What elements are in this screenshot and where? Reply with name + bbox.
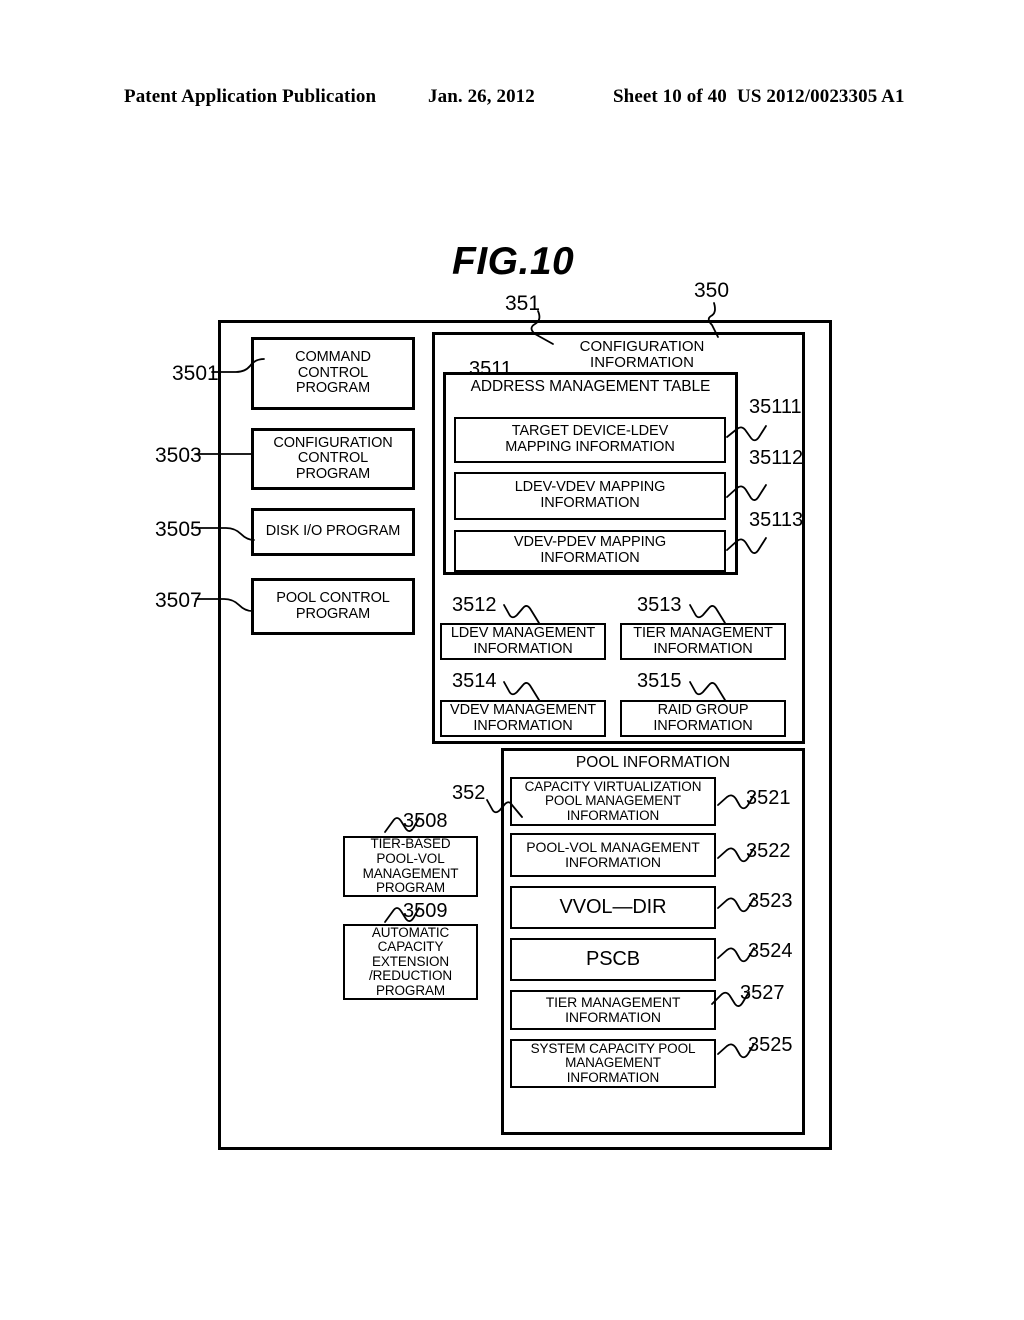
program-box-command-control: COMMAND CONTROL PROGRAM (251, 337, 415, 410)
reference-number-352: 352 (452, 782, 486, 804)
program-box-pool-control: POOL CONTROL PROGRAM (251, 578, 415, 635)
program-label: TIER-BASED POOL-VOL MANAGEMENT PROGRAM (362, 836, 459, 896)
program-label: AUTOMATIC CAPACITY EXTENSION /REDUCTION … (369, 924, 452, 998)
info-label: TIER MANAGEMENT INFORMATION (633, 624, 773, 657)
program-box-tier-based-pool-vol-management: TIER-BASED POOL-VOL MANAGEMENT PROGRAM (343, 836, 478, 897)
publication-date: Jan. 26, 2012 (428, 86, 535, 107)
reference-number-3524: 3524 (748, 940, 793, 962)
program-box-configuration-control: CONFIGURATION CONTROL PROGRAM (251, 428, 415, 490)
sheet-number: Sheet 10 of 40 (613, 86, 727, 107)
reference-number-3514: 3514 (452, 670, 497, 692)
reference-number-35112: 35112 (749, 447, 804, 469)
mapping-box-vdev-pdev: VDEV-PDEV MAPPING INFORMATION (454, 530, 726, 572)
info-label: RAID GROUP INFORMATION (653, 701, 753, 734)
pool-box-vvol-dir: VVOL—DIR (510, 886, 716, 929)
reference-number-3522: 3522 (746, 840, 791, 862)
pool-label: PSCB (585, 947, 641, 970)
mapping-label: VDEV-PDEV MAPPING INFORMATION (513, 534, 667, 566)
pool-label: VVOL—DIR (559, 895, 667, 918)
pool-box-capacity-virtualization-pool-management: CAPACITY VIRTUALIZATION POOL MANAGEMENT … (510, 777, 716, 826)
reference-number-350: 350 (694, 279, 730, 302)
pool-box-system-capacity-pool-management: SYSTEM CAPACITY POOL MANAGEMENT INFORMAT… (510, 1039, 716, 1088)
mapping-box-target-device-ldev: TARGET DEVICE-LDEV MAPPING INFORMATION (454, 417, 726, 463)
program-box-automatic-capacity-extension-reduction: AUTOMATIC CAPACITY EXTENSION /REDUCTION … (343, 924, 478, 1000)
pool-label: SYSTEM CAPACITY POOL MANAGEMENT INFORMAT… (530, 1040, 696, 1085)
reference-number-3503: 3503 (155, 444, 202, 467)
program-label: POOL CONTROL PROGRAM (276, 589, 390, 622)
publication-label: Patent Application Publication (124, 86, 377, 107)
pool-information-title: POOL INFORMATION (575, 754, 731, 771)
reference-number-3505: 3505 (155, 518, 202, 541)
reference-number-3523: 3523 (748, 890, 793, 912)
reference-number-3525: 3525 (748, 1034, 793, 1056)
info-box-tier-management: TIER MANAGEMENT INFORMATION (620, 623, 786, 660)
mapping-label: TARGET DEVICE-LDEV MAPPING INFORMATION (505, 423, 675, 455)
mapping-box-ldev-vdev: LDEV-VDEV MAPPING INFORMATION (454, 472, 726, 520)
page-header: Patent Application Publication Jan. 26, … (0, 86, 1024, 114)
pool-box-pool-vol-management: POOL-VOL MANAGEMENT INFORMATION (510, 833, 716, 877)
reference-number-3521: 3521 (746, 787, 791, 809)
info-box-raid-group: RAID GROUP INFORMATION (620, 700, 786, 737)
info-label: LDEV MANAGEMENT INFORMATION (450, 624, 596, 657)
reference-number-35113: 35113 (749, 509, 804, 531)
figure-title: FIG.10 (452, 240, 575, 283)
reference-number-3501: 3501 (172, 362, 219, 385)
reference-number-3509: 3509 (403, 900, 448, 922)
reference-number-3507: 3507 (155, 589, 202, 612)
reference-number-3515: 3515 (637, 670, 682, 692)
reference-number-35111: 35111 (749, 396, 802, 418)
reference-number-351: 351 (505, 292, 541, 315)
reference-number-3512: 3512 (452, 594, 497, 616)
info-box-vdev-management: VDEV MANAGEMENT INFORMATION (440, 700, 606, 737)
program-label: DISK I/O PROGRAM (265, 523, 401, 540)
reference-number-3508: 3508 (403, 810, 448, 832)
info-box-ldev-management: LDEV MANAGEMENT INFORMATION (440, 623, 606, 660)
pool-box-tier-management: TIER MANAGEMENT INFORMATION (510, 990, 716, 1030)
mapping-label: LDEV-VDEV MAPPING INFORMATION (514, 479, 666, 511)
info-label: VDEV MANAGEMENT INFORMATION (450, 701, 596, 734)
pool-label: POOL-VOL MANAGEMENT INFORMATION (526, 838, 700, 870)
pool-box-pscb: PSCB (510, 938, 716, 981)
pool-label: TIER MANAGEMENT INFORMATION (545, 993, 681, 1025)
program-label: CONFIGURATION CONTROL PROGRAM (273, 434, 393, 482)
program-box-disk-io: DISK I/O PROGRAM (251, 508, 415, 556)
pool-label: CAPACITY VIRTUALIZATION POOL MANAGEMENT … (524, 778, 702, 823)
reference-number-3527: 3527 (740, 982, 785, 1004)
patent-number: US 2012/0023305 A1 (737, 86, 905, 107)
configuration-information-title: CONFIGURATION INFORMATION (579, 338, 705, 372)
address-management-table-title: ADDRESS MANAGEMENT TABLE (470, 378, 711, 395)
reference-number-3513: 3513 (637, 594, 682, 616)
program-label: COMMAND CONTROL PROGRAM (295, 349, 371, 397)
